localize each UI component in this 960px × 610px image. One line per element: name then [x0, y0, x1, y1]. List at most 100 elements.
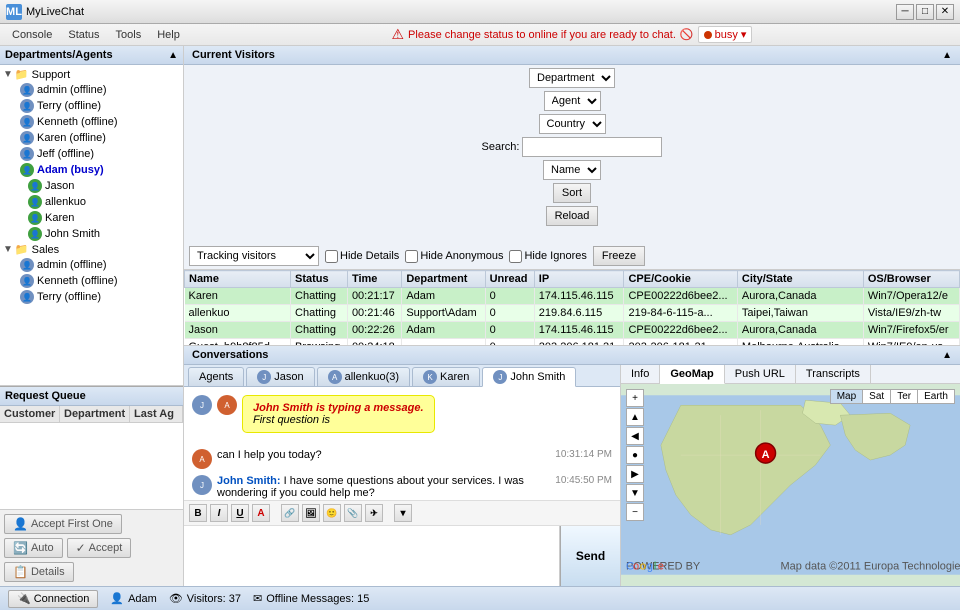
tracking-select[interactable]: Tracking visitors: [189, 246, 319, 266]
attach-button[interactable]: 📎: [344, 504, 362, 522]
link-button[interactable]: 🔗: [281, 504, 299, 522]
table-row[interactable]: Guest_b9b8f85dBrowsing00:24:180203.206.1…: [185, 339, 960, 346]
agent-terry-sales[interactable]: 👤 Terry (offline): [0, 289, 183, 305]
tab-johnsmith[interactable]: J John Smith: [482, 367, 576, 387]
tab-transcripts[interactable]: Transcripts: [796, 365, 871, 383]
tab-agents[interactable]: Agents: [188, 367, 244, 386]
col-city: City/State: [737, 271, 863, 288]
agent-adam-support[interactable]: 👤 Adam (busy): [0, 162, 183, 178]
name-select[interactable]: Name: [543, 160, 601, 180]
tab-jason[interactable]: J Jason: [246, 367, 314, 386]
menu-status[interactable]: Status: [60, 27, 107, 43]
details-button[interactable]: 📋 Details: [4, 562, 74, 582]
visitors-table-body: KarenChatting00:21:17Adam0174.115.46.115…: [185, 288, 960, 346]
pan-down-button[interactable]: ▼: [626, 484, 644, 502]
menu-help[interactable]: Help: [149, 27, 188, 43]
agent-kenneth-support[interactable]: 👤 Kenneth (offline): [0, 114, 183, 130]
auto-button[interactable]: 🔄 Auto: [4, 538, 63, 558]
accept-first-button[interactable]: 👤 Accept First One: [4, 514, 122, 534]
zoom-in-button[interactable]: +: [626, 389, 644, 407]
zoom-out-button[interactable]: −: [626, 503, 644, 521]
map-type-earth[interactable]: Earth: [918, 390, 954, 403]
hide-anonymous-checkbox[interactable]: Hide Anonymous: [405, 250, 503, 263]
italic-button[interactable]: I: [210, 504, 228, 522]
visitors-collapse-icon[interactable]: ▲: [942, 50, 952, 61]
agent-jeff-support[interactable]: 👤 Jeff (offline): [0, 146, 183, 162]
tab-karen[interactable]: K Karen: [412, 367, 480, 386]
table-cell: 219-84-6-115-a...: [624, 305, 737, 322]
accept-button[interactable]: ✓ Accept: [67, 538, 132, 558]
table-cell: Aurora,Canada: [737, 288, 863, 305]
reload-button[interactable]: Reload: [546, 206, 599, 226]
menu-tools[interactable]: Tools: [108, 27, 150, 43]
agent-icon: 👤: [110, 592, 124, 605]
tab-pushurl[interactable]: Push URL: [725, 365, 796, 383]
agent-kenneth-sales[interactable]: 👤 Kenneth (offline): [0, 273, 183, 289]
send-button[interactable]: Send: [560, 526, 620, 586]
pan-right-button[interactable]: ▶: [626, 465, 644, 483]
agent-allenkuo-support[interactable]: 👤 allenkuo: [0, 194, 183, 210]
search-label: Search:: [482, 141, 520, 153]
underline-button[interactable]: U: [231, 504, 249, 522]
emoji-button[interactable]: 🙂: [323, 504, 341, 522]
table-row[interactable]: allenkuoChatting00:21:46Support\Adam0219…: [185, 305, 960, 322]
hide-ignores-checkbox[interactable]: Hide Ignores: [509, 250, 586, 263]
msg-time-1: 10:31:14 PM: [555, 449, 612, 460]
rq-title: Request Queue: [5, 390, 86, 402]
agent-johnsmith-support[interactable]: 👤 John Smith: [0, 226, 183, 242]
font-color-button[interactable]: A: [252, 504, 270, 522]
maximize-button[interactable]: □: [916, 4, 934, 20]
pan-home-button[interactable]: ●: [626, 446, 644, 464]
chat-tabs: Agents J Jason A allenkuo(3) K Karen: [184, 365, 620, 387]
tab-info[interactable]: Info: [621, 365, 660, 383]
map-type-sat[interactable]: Sat: [863, 390, 891, 403]
agent-admin-support[interactable]: 👤 admin (offline): [0, 82, 183, 98]
chat-input[interactable]: [184, 526, 560, 586]
country-select[interactable]: Country: [539, 114, 606, 134]
more-button[interactable]: ▾: [394, 504, 412, 522]
chat-messages: J A John Smith is typing a message. Firs…: [184, 387, 620, 500]
agent-terry-support[interactable]: 👤 Terry (offline): [0, 98, 183, 114]
agent-select[interactable]: Agent: [544, 91, 601, 111]
close-button[interactable]: ✕: [936, 4, 954, 20]
tab-geomap[interactable]: GeoMap: [660, 365, 724, 384]
hide-details-checkbox[interactable]: Hide Details: [325, 250, 399, 263]
svg-text:o: o: [633, 561, 639, 573]
table-row[interactable]: JasonChatting00:22:26Adam0174.115.46.115…: [185, 322, 960, 339]
hide-ignores-check[interactable]: [509, 250, 522, 263]
bold-button[interactable]: B: [189, 504, 207, 522]
titlebar: ML MyLiveChat ─ □ ✕: [0, 0, 960, 24]
table-row[interactable]: KarenChatting00:21:17Adam0174.115.46.115…: [185, 288, 960, 305]
agent-admin-sales[interactable]: 👤 admin (offline): [0, 257, 183, 273]
chat-input-area: Send: [184, 526, 620, 586]
image-button[interactable]: 🖼: [302, 504, 320, 522]
hide-details-check[interactable]: [325, 250, 338, 263]
tab-allenkuo[interactable]: A allenkuo(3): [317, 367, 410, 386]
typing-bubble: John Smith is typing a message. First qu…: [242, 395, 435, 433]
agent-avatar: A: [217, 395, 237, 415]
pan-up-button[interactable]: ▲: [626, 408, 644, 426]
department-select[interactable]: Department: [529, 68, 615, 88]
map-type-ter[interactable]: Ter: [891, 390, 918, 403]
visitors-status-item: 👁 Visitors: 37: [169, 592, 241, 605]
table-cell: allenkuo: [185, 305, 291, 322]
busy-badge[interactable]: busy ▾: [698, 26, 753, 43]
hide-anonymous-check[interactable]: [405, 250, 418, 263]
menu-console[interactable]: Console: [4, 27, 60, 43]
agent-jason-support[interactable]: 👤 Jason: [0, 178, 183, 194]
search-input[interactable]: [522, 137, 662, 157]
connection-button[interactable]: 🔌 Connection: [8, 590, 98, 608]
pan-left-button[interactable]: ◀: [626, 427, 644, 445]
collapse-icon[interactable]: ▲: [168, 50, 178, 61]
minimize-button[interactable]: ─: [896, 4, 914, 20]
sales-dept[interactable]: ▼ 📁 Sales: [0, 242, 183, 257]
agent-karen-support[interactable]: 👤 Karen (offline): [0, 130, 183, 146]
agent-karen2-support[interactable]: 👤 Karen: [0, 210, 183, 226]
sort-button[interactable]: Sort: [553, 183, 591, 203]
support-dept[interactable]: ▼ 📁 Support: [0, 67, 183, 82]
freeze-button[interactable]: Freeze: [593, 246, 645, 266]
visitors-data-table: Name Status Time Department Unread IP CP…: [184, 270, 960, 345]
map-type-map[interactable]: Map: [831, 390, 863, 403]
conversations-collapse-icon[interactable]: ▲: [942, 350, 952, 361]
send2-button[interactable]: ✈: [365, 504, 383, 522]
